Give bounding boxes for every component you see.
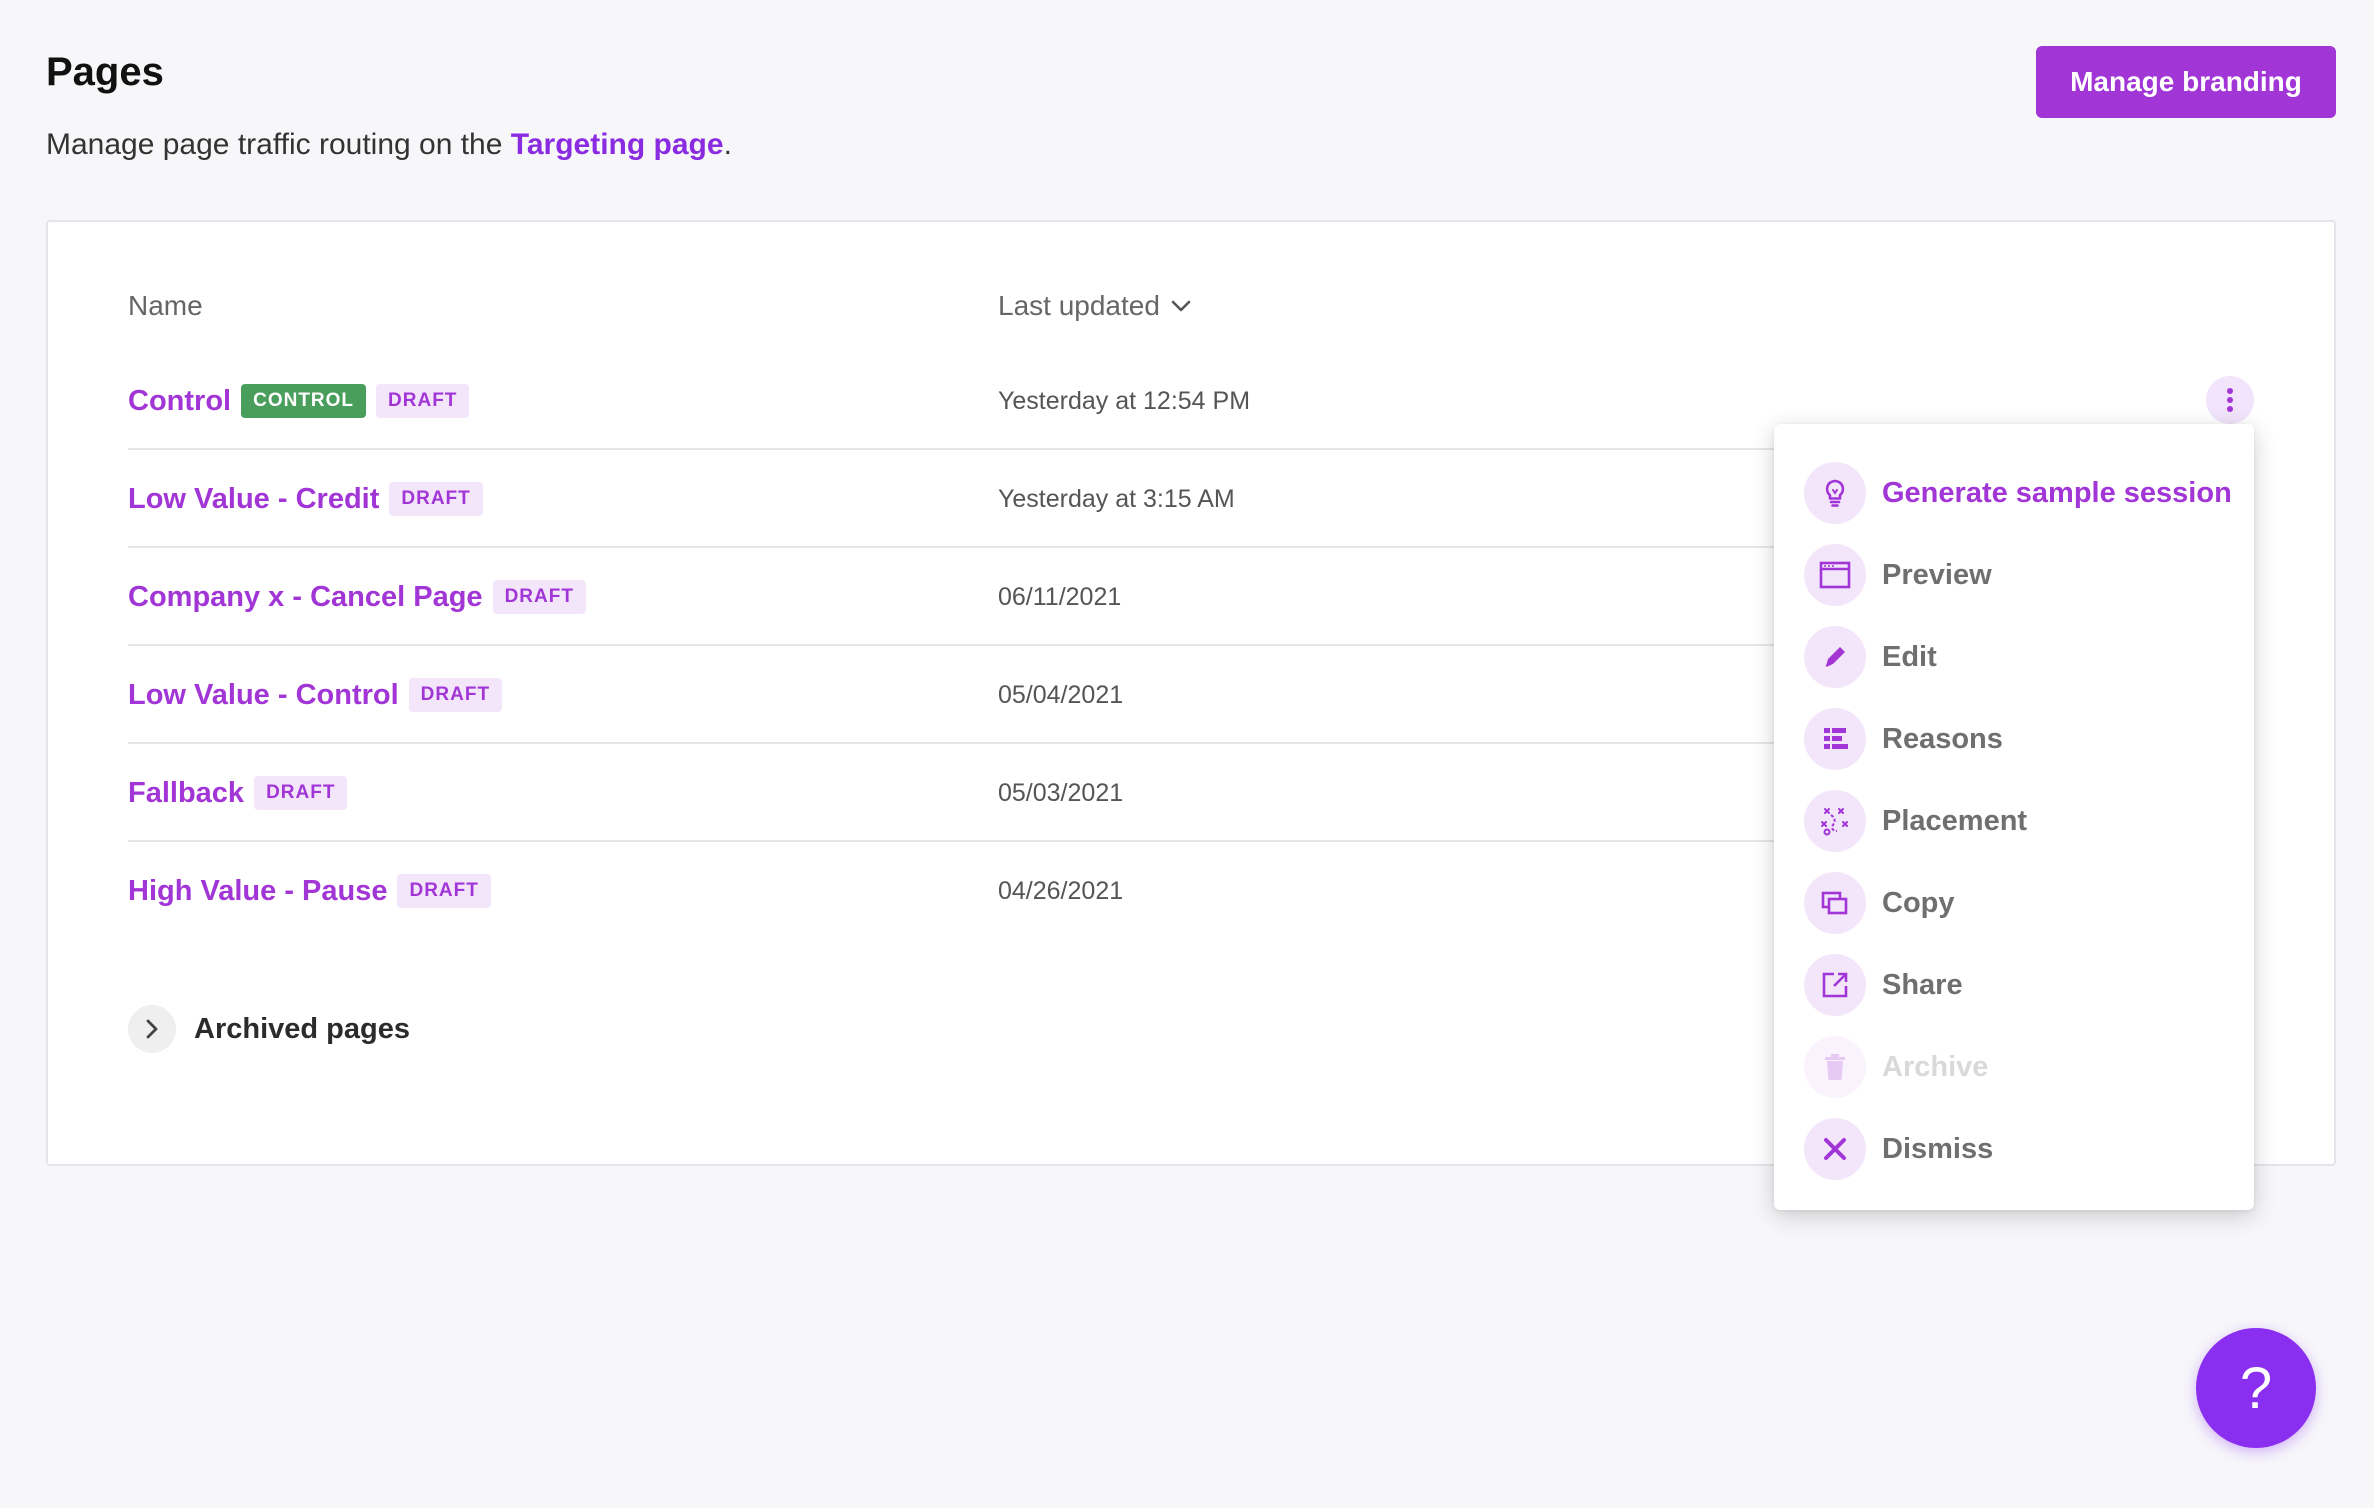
subtitle-period: . (723, 128, 732, 161)
last-updated-cell: Yesterday at 12:54 PM (998, 386, 1251, 415)
trash-icon (1804, 1036, 1866, 1098)
manage-branding-button[interactable]: Manage branding (2036, 46, 2336, 118)
last-updated-cell: Yesterday at 3:15 AM (998, 484, 1235, 513)
menu-item-label: Share (1882, 968, 1963, 1001)
last-updated-cell: 05/04/2021 (998, 680, 1124, 709)
archived-pages-toggle[interactable]: Archived pages (128, 1005, 410, 1053)
page-name-link[interactable]: Company x - Cancel Page (128, 581, 483, 614)
menu-item-dismiss[interactable]: Dismiss (1774, 1108, 2254, 1190)
page-name-link[interactable]: Control (128, 385, 231, 418)
menu-item-generate-sample-session[interactable]: Generate sample session (1774, 452, 2254, 534)
draft-badge: DRAFT (408, 678, 503, 712)
menu-item-label: Edit (1882, 640, 1937, 673)
help-button[interactable]: ? (2196, 1328, 2316, 1448)
page-subtitle: Manage page traffic routing on the Targe… (46, 128, 732, 162)
placement-icon (1804, 790, 1866, 852)
page-name-link[interactable]: Low Value - Control (128, 679, 399, 712)
draft-badge: DRAFT (376, 384, 470, 418)
page-name-link[interactable]: Low Value - Credit (128, 483, 379, 516)
draft-badge: DRAFT (492, 580, 586, 614)
menu-item-preview[interactable]: Preview (1774, 534, 2254, 616)
row-name-cell: High Value - Pause DRAFT (128, 842, 491, 940)
pencil-icon (1804, 626, 1866, 688)
menu-item-placement[interactable]: Placement (1774, 780, 2254, 862)
column-header-last-updated-label: Last updated (998, 290, 1160, 321)
more-vertical-icon (2227, 388, 2233, 412)
page-name-link[interactable]: High Value - Pause (128, 875, 387, 908)
chevron-right-icon (128, 1005, 176, 1053)
draft-badge: DRAFT (397, 874, 491, 908)
draft-badge: DRAFT (254, 776, 348, 810)
share-icon (1804, 954, 1866, 1016)
row-name-cell: Company x - Cancel Page DRAFT (128, 548, 586, 646)
menu-item-copy[interactable]: Copy (1774, 862, 2254, 944)
row-name-cell: Low Value - Credit DRAFT (128, 450, 483, 548)
menu-item-label: Placement (1882, 804, 2028, 837)
chevron-down-icon (1171, 300, 1191, 312)
menu-item-label: Preview (1882, 558, 1992, 591)
column-header-name[interactable]: Name (128, 290, 203, 322)
menu-item-label: Copy (1882, 886, 1955, 919)
menu-item-share[interactable]: Share (1774, 944, 2254, 1026)
row-actions-menu: Generate sample session Preview Edit Rea… (1774, 424, 2254, 1210)
lightbulb-icon (1804, 462, 1866, 524)
targeting-page-link[interactable]: Targeting page (511, 128, 724, 161)
close-icon (1804, 1118, 1866, 1180)
page-title: Pages (46, 50, 164, 94)
last-updated-cell: 04/26/2021 (998, 876, 1124, 905)
page-name-link[interactable]: Fallback (128, 777, 244, 810)
menu-item-label: Dismiss (1882, 1132, 1994, 1165)
pages-screen: Pages Manage page traffic routing on the… (0, 0, 2374, 1508)
copy-icon (1804, 872, 1866, 934)
control-badge: CONTROL (241, 384, 367, 418)
draft-badge: DRAFT (389, 482, 483, 516)
column-header-last-updated[interactable]: Last updated (998, 290, 1192, 322)
menu-item-label: Generate sample session (1882, 476, 2232, 509)
last-updated-cell: 06/11/2021 (998, 582, 1122, 611)
menu-item-reasons[interactable]: Reasons (1774, 698, 2254, 780)
row-actions-kebab-button[interactable] (2206, 376, 2254, 424)
row-name-cell: Fallback DRAFT (128, 744, 348, 842)
last-updated-cell: 05/03/2021 (998, 778, 1124, 807)
menu-item-label: Archive (1882, 1050, 1989, 1083)
menu-item-edit[interactable]: Edit (1774, 616, 2254, 698)
menu-item-label: Reasons (1882, 722, 2003, 755)
archived-pages-label: Archived pages (194, 1012, 410, 1045)
reasons-list-icon (1804, 708, 1866, 770)
browser-window-icon (1804, 544, 1866, 606)
row-name-cell: Control CONTROL DRAFT (128, 352, 470, 450)
subtitle-text: Manage page traffic routing on the (46, 128, 511, 161)
row-name-cell: Low Value - Control DRAFT (128, 646, 503, 744)
menu-item-archive: Archive (1774, 1026, 2254, 1108)
